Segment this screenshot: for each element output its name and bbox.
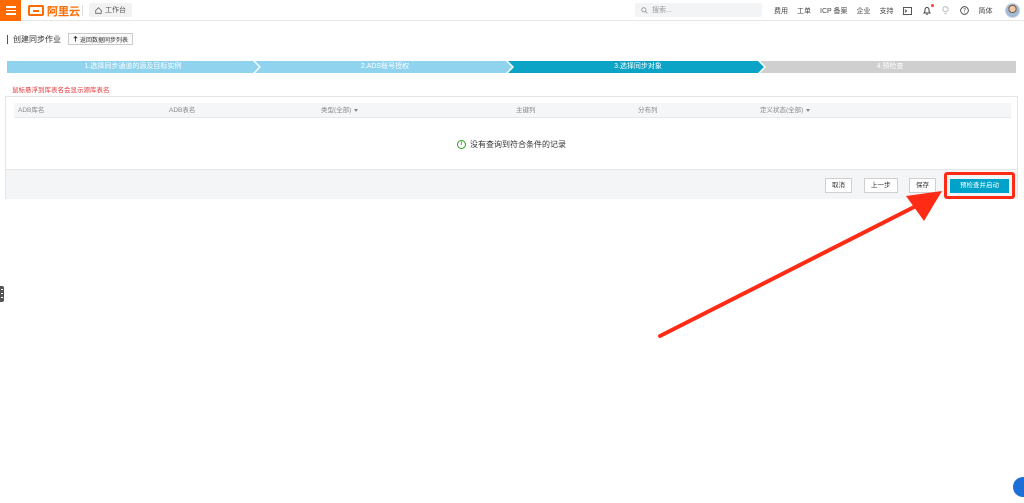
- precheck-and-start-button[interactable]: 预检查并启动: [950, 179, 1009, 193]
- menu-icon[interactable]: [0, 0, 21, 21]
- workbench-label: 工作台: [105, 7, 126, 14]
- nav-item-enterprise[interactable]: 企业: [857, 6, 871, 16]
- lightbulb-icon[interactable]: [941, 6, 951, 16]
- annotation-arrow: [658, 191, 942, 338]
- bell-icon[interactable]: [922, 3, 934, 16]
- nav-item-icp[interactable]: ICP 备案: [820, 6, 848, 16]
- step-4-label: 4.预检查: [876, 63, 904, 70]
- language-switch[interactable]: 简体: [979, 6, 993, 16]
- chat-help-icon[interactable]: [1013, 477, 1024, 497]
- empty-message: 没有查询到符合条件的记录: [470, 140, 566, 149]
- column-type-filter[interactable]: 类型(全部): [321, 103, 359, 118]
- aliyun-logo[interactable]: 阿里云: [28, 3, 80, 18]
- column-adb-database: ADB库名: [18, 107, 45, 114]
- info-icon: i: [457, 140, 466, 149]
- page-title: 创建同步作业: [13, 34, 61, 44]
- title-bar-accent: [7, 34, 8, 44]
- table-header: ADB库名 ADB表名 类型(全部) 主键列 分布列 定义状态(全部): [14, 103, 1011, 118]
- page-header: 创建同步作业 返回数据同步列表: [7, 33, 134, 45]
- step-2-label: 2.ADS账号授权: [360, 63, 410, 70]
- nav-item-tickets[interactable]: 工单: [797, 6, 811, 16]
- save-button[interactable]: 保存: [909, 178, 936, 193]
- back-button-label: 返回数据同步列表: [80, 37, 129, 44]
- svg-text:?: ?: [963, 9, 966, 15]
- user-avatar[interactable]: [1005, 3, 1020, 18]
- search-icon: [641, 6, 648, 14]
- top-navigation-bar: 阿里云 工作台 搜索... 费用 工单 ICP 备案 企业 支持 ? 简体: [0, 0, 1024, 21]
- aliyun-logo-mark: [28, 5, 44, 16]
- back-arrow-icon: [73, 36, 78, 42]
- column-definition-status-label: 定义状态(全部): [760, 107, 804, 114]
- column-primary-key: 主键列: [516, 107, 536, 114]
- action-footer: 取消 上一步 保存 预检查并启动: [6, 169, 1017, 199]
- previous-step-button[interactable]: 上一步: [864, 178, 898, 193]
- terminal-icon[interactable]: [903, 6, 913, 16]
- search-input[interactable]: 搜索...: [635, 3, 762, 17]
- empty-state: i 没有查询到符合条件的记录: [6, 139, 1017, 150]
- step-1-label: 1.选择同步通道的源及目标实例: [84, 63, 182, 70]
- chevron-down-icon: [354, 108, 359, 112]
- logo-text: 阿里云: [47, 5, 80, 18]
- column-adb-table: ADB表名: [169, 107, 196, 114]
- highlight-box: 预检查并启动: [944, 172, 1015, 199]
- search-placeholder: 搜索...: [652, 7, 672, 14]
- sync-objects-table: ADB库名 ADB表名 类型(全部) 主键列 分布列 定义状态(全部) i 没有…: [5, 96, 1018, 199]
- wizard-steps: 1.选择同步通道的源及目标实例 2.ADS账号授权 3.选择同步对象 4.预检查: [7, 61, 1016, 73]
- workbench-button[interactable]: 工作台: [89, 3, 132, 17]
- nav-item-billing[interactable]: 费用: [774, 6, 788, 16]
- cancel-button[interactable]: 取消: [825, 178, 852, 193]
- help-icon[interactable]: ?: [960, 6, 970, 16]
- side-panel-handle[interactable]: [0, 286, 4, 302]
- back-to-list-button[interactable]: 返回数据同步列表: [68, 33, 134, 45]
- notification-dot: [930, 3, 934, 7]
- nav-item-support[interactable]: 支持: [880, 6, 894, 16]
- column-distribution: 分布列: [638, 107, 658, 114]
- step-3-label: 3.选择同步对象: [614, 63, 662, 70]
- divider: [82, 5, 83, 16]
- column-definition-status-filter[interactable]: 定义状态(全部): [760, 103, 811, 118]
- column-type-label: 类型(全部): [321, 107, 352, 114]
- home-icon: [95, 6, 102, 14]
- chevron-down-icon: [806, 108, 811, 112]
- top-nav-links: 费用 工单 ICP 备案 企业 支持 ? 简体: [774, 0, 993, 21]
- hover-hint-text: 鼠标悬浮到库表名会显示源库表名: [12, 87, 110, 94]
